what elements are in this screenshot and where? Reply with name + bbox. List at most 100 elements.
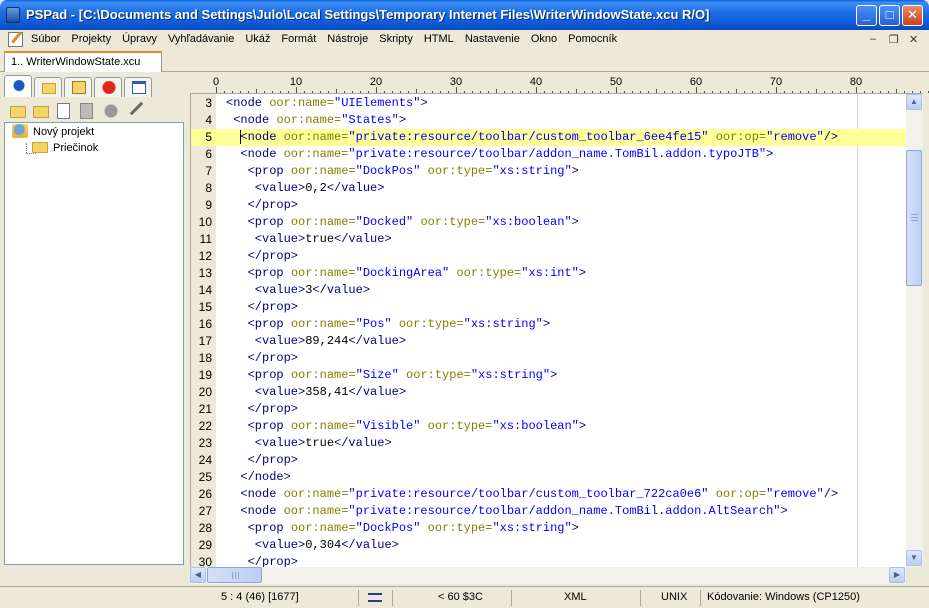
horizontal-scroll-thumb[interactable]: [207, 567, 262, 583]
code-line[interactable]: 16 <prop oor:name="Pos" oor:type="xs:str…: [191, 316, 906, 333]
code-token: oor:name=: [276, 113, 342, 127]
mdi-restore-button[interactable]: ❐: [889, 33, 899, 46]
code-token: oor:name=: [290, 368, 356, 382]
code-line[interactable]: 14 <value>3</value>: [191, 282, 906, 299]
code-editor[interactable]: 3 <node oor:name="UIElements"> 4 <node oor…: [190, 94, 906, 567]
menu-item-9[interactable]: Nastavenie: [465, 33, 520, 45]
code-line[interactable]: 8 <value>0,2</value>: [191, 180, 906, 197]
tree-item-folder[interactable]: Priečinok: [32, 140, 98, 156]
line-number: 22: [198, 419, 212, 433]
remove-icon[interactable]: [80, 103, 93, 119]
tab-ftp[interactable]: [64, 77, 92, 97]
code-text: <prop oor:name="DockingArea" oor:type="x…: [226, 265, 586, 282]
code-line[interactable]: 21 </prop>: [191, 401, 906, 418]
ruler-tick: [344, 91, 345, 93]
menu-item-7[interactable]: Skripty: [379, 33, 413, 45]
code-line[interactable]: 9 </prop>: [191, 197, 906, 214]
maximize-button[interactable]: □: [879, 5, 900, 26]
vertical-scroll-thumb[interactable]: [906, 150, 922, 286]
pspad-app-icon[interactable]: [6, 7, 20, 23]
mdi-close-button[interactable]: ✕: [909, 33, 918, 46]
ruler-tick: [272, 91, 273, 93]
scroll-right-button[interactable]: ▶: [889, 567, 905, 583]
code-line[interactable]: 7 <prop oor:name="DockPos" oor:type="xs:…: [191, 163, 906, 180]
code-token: oor:name=: [283, 504, 349, 518]
favorites-icon: [102, 81, 116, 94]
code-line[interactable]: 24 </prop>: [191, 452, 906, 469]
ruler-label: 50: [609, 76, 623, 88]
code-line[interactable]: 20 <value>358,41</value>: [191, 384, 906, 401]
record-icon[interactable]: [103, 103, 119, 119]
code-line[interactable]: 10 <prop oor:name="Docked" oor:type="xs:…: [191, 214, 906, 231]
scroll-up-button[interactable]: ▲: [906, 94, 922, 110]
character-code: < 60 $3C: [438, 591, 483, 603]
code-line[interactable]: 11 <value>true</value>: [191, 231, 906, 248]
minimize-button[interactable]: _: [856, 5, 877, 26]
code-line[interactable]: 4 <node oor:name="States">: [191, 112, 906, 129]
tab-favorites[interactable]: [94, 77, 122, 97]
menu-item-4[interactable]: Ukáž: [245, 33, 270, 45]
code-line[interactable]: 23 <value>true</value>: [191, 435, 906, 452]
new-project-icon[interactable]: [10, 106, 26, 118]
menu-item-0[interactable]: Súbor: [31, 33, 60, 45]
code-line[interactable]: 19 <prop oor:name="Size" oor:type="xs:st…: [191, 367, 906, 384]
code-token: oor:name=: [283, 130, 349, 144]
tree-item-project[interactable]: Nový projekt: [12, 124, 94, 140]
ruler-tick: [304, 91, 305, 93]
menu-item-6[interactable]: Nástroje: [327, 33, 368, 45]
delete-icon[interactable]: [33, 106, 49, 118]
code-token: 358,41: [305, 385, 349, 399]
close-button[interactable]: ✕: [902, 5, 923, 26]
ruler-tick: [792, 91, 793, 93]
folder-icon: [32, 141, 48, 153]
code-token: "Pos": [355, 317, 392, 331]
menu-item-11[interactable]: Pomocník: [568, 33, 617, 45]
code-line[interactable]: 26 <node oor:name="private:resource/tool…: [191, 486, 906, 503]
tools-icon[interactable]: [129, 101, 149, 121]
scroll-left-button[interactable]: ◀: [190, 567, 206, 583]
menu-item-10[interactable]: Okno: [531, 33, 557, 45]
code-line[interactable]: 15 </prop>: [191, 299, 906, 316]
code-text: <value>true</value>: [226, 231, 392, 248]
ruler-tick: [232, 91, 233, 93]
scroll-down-button[interactable]: ▼: [906, 550, 922, 566]
code-line[interactable]: 12 </prop>: [191, 248, 906, 265]
code-line[interactable]: 5 <node oor:name="private:resource/toolb…: [191, 129, 906, 146]
code-line[interactable]: 6 <node oor:name="private:resource/toolb…: [191, 146, 906, 163]
ruler-tick: [552, 91, 553, 93]
code-line[interactable]: 25 </node>: [191, 469, 906, 486]
add-file-icon[interactable]: [57, 103, 70, 119]
line-number: 24: [198, 453, 212, 467]
code-line[interactable]: 18 </prop>: [191, 350, 906, 367]
document-icon[interactable]: [8, 32, 23, 47]
code-text: <prop oor:name="Docked" oor:type="xs:boo…: [226, 214, 579, 231]
code-line[interactable]: 22 <prop oor:name="Visible" oor:type="xs…: [191, 418, 906, 435]
document-tab[interactable]: 1.. WriterWindowState.xcu: [4, 51, 162, 72]
menu-item-5[interactable]: Formát: [281, 33, 316, 45]
code-line[interactable]: 13 <prop oor:name="DockingArea" oor:type…: [191, 265, 906, 282]
code-token: </prop>: [226, 300, 299, 314]
code-line[interactable]: 27 <node oor:name="private:resource/tool…: [191, 503, 906, 520]
ruler-tick: [496, 89, 497, 93]
code-line[interactable]: 30 </prop>: [191, 554, 906, 567]
menu-item-3[interactable]: Vyhľadávanie: [168, 33, 234, 45]
vertical-scrollbar[interactable]: ▲ ▼: [906, 94, 923, 567]
tab-project[interactable]: [4, 75, 32, 97]
code-line[interactable]: 3 <node oor:name="UIElements">: [191, 95, 906, 112]
tab-files[interactable]: [34, 77, 62, 97]
code-line[interactable]: 28 <prop oor:name="DockPos" oor:type="xs…: [191, 520, 906, 537]
code-line[interactable]: 29 <value>0,304</value>: [191, 537, 906, 554]
menu-item-1[interactable]: Projekty: [71, 33, 111, 45]
code-line[interactable]: 17 <value>89,244</value>: [191, 333, 906, 350]
tab-window-list[interactable]: [124, 77, 152, 97]
line-number: 4: [205, 113, 212, 127]
menu-item-2[interactable]: Úpravy: [122, 33, 157, 45]
mdi-minimize-button[interactable]: –: [870, 33, 876, 45]
menu-item-8[interactable]: HTML: [424, 33, 454, 45]
code-token: "Visible": [355, 419, 421, 433]
line-number: 25: [198, 470, 212, 484]
line-number: 16: [198, 317, 212, 331]
horizontal-scrollbar[interactable]: ◀ ▶: [190, 567, 906, 584]
